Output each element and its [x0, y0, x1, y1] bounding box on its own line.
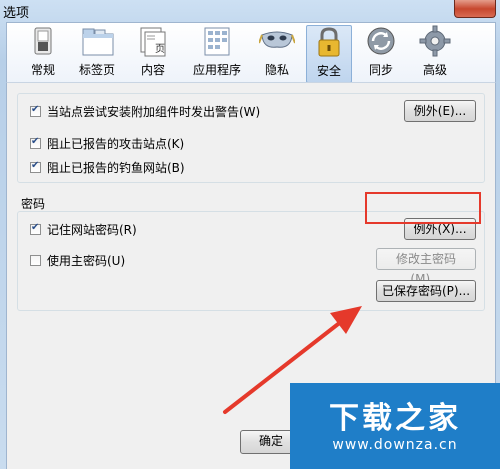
block-forgery-checkbox[interactable]: [30, 160, 41, 173]
page-icon-text: 页: [155, 43, 165, 55]
master-password-checkbox[interactable]: [30, 254, 41, 266]
tab-sync[interactable]: 同步: [361, 25, 401, 81]
tab-label: 同步: [368, 63, 393, 77]
pane-toolbar: 常规 标签页 页 内容 应用程序 隐私 安全 同步 高级: [6, 22, 496, 83]
passwords-group: 记住网站密码(R) 使用主密码(U) 例外(X)... 修改主密码(M)... …: [17, 211, 485, 311]
block-forgery-label: 阻止已报告的钓鱼网站(B): [47, 160, 185, 175]
remember-passwords-checkbox[interactable]: [30, 222, 41, 235]
tab-label: 安全: [316, 64, 341, 78]
gear-icon: [417, 25, 453, 57]
tab-label: 内容: [140, 63, 165, 77]
highlight-box: [365, 192, 481, 224]
master-password-option[interactable]: 使用主密码(U): [30, 251, 125, 269]
warn-addons-option[interactable]: 当站点尝试安装附加组件时发出警告(W): [30, 102, 260, 120]
tab-label: 常规: [30, 63, 55, 77]
tab-general[interactable]: 常规: [23, 25, 63, 81]
tab-label: 高级: [422, 63, 447, 77]
tab-security[interactable]: 安全: [306, 25, 352, 83]
tab-content[interactable]: 页 内容: [133, 25, 173, 81]
apps-icon: [199, 25, 235, 57]
tab-tabs[interactable]: 标签页: [73, 25, 121, 81]
warn-addons-label: 当站点尝试安装附加组件时发出警告(W): [47, 104, 261, 119]
remember-passwords-label: 记住网站密码(R): [47, 222, 137, 237]
passwords-legend: 密码: [21, 197, 46, 211]
security-group: 当站点尝试安装附加组件时发出警告(W) 阻止已报告的攻击站点(K) 阻止已报告的…: [17, 93, 485, 183]
tab-label: 应用程序: [192, 63, 241, 77]
watermark-logo: 下载之家 www.downza.cn: [290, 383, 500, 469]
block-attack-option[interactable]: 阻止已报告的攻击站点(K): [30, 134, 184, 152]
switch-icon: [25, 25, 61, 57]
sync-icon: [363, 25, 399, 57]
window-title: 选项: [3, 6, 30, 21]
tabs-icon: [79, 25, 115, 57]
title-bar: 选项: [0, 0, 500, 21]
tab-label: 标签页: [78, 63, 115, 77]
saved-passwords-button[interactable]: 已保存密码(P)...: [376, 280, 476, 302]
watermark-url: www.downza.cn: [332, 437, 458, 453]
watermark-title: 下载之家: [329, 401, 461, 436]
tab-advanced[interactable]: 高级: [415, 25, 455, 81]
mask-icon: [258, 25, 296, 57]
master-password-label: 使用主密码(U): [47, 253, 126, 268]
close-button[interactable]: [454, 0, 496, 18]
tab-privacy[interactable]: 隐私: [257, 25, 297, 81]
remember-passwords-option[interactable]: 记住网站密码(R): [30, 220, 137, 238]
change-master-password-button[interactable]: 修改主密码(M)...: [376, 248, 476, 286]
block-attack-label: 阻止已报告的攻击站点(K): [47, 136, 185, 151]
page-icon: 页: [135, 25, 171, 57]
warn-addons-checkbox[interactable]: [30, 104, 41, 117]
addon-exceptions-button[interactable]: 例外(E)...: [404, 100, 476, 122]
block-forgery-option[interactable]: 阻止已报告的钓鱼网站(B): [30, 158, 185, 176]
tab-applications[interactable]: 应用程序: [187, 25, 247, 81]
tab-label: 隐私: [264, 63, 289, 77]
padlock-icon: [311, 26, 347, 58]
options-window: 选项 常规 标签页 页 内容 应用程序 隐私 安全 同步 高级 ✔ 当站点尝试安…: [0, 0, 500, 469]
block-attack-checkbox[interactable]: [30, 136, 41, 149]
